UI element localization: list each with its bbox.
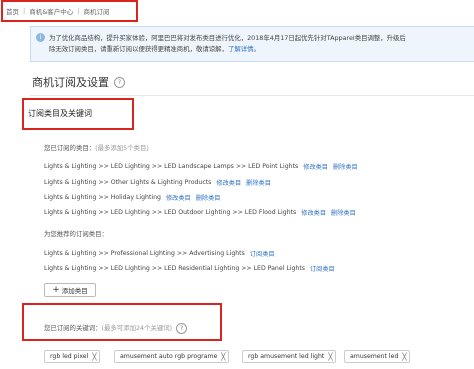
- keyword-tag-text: rgb amusement led light: [248, 353, 325, 360]
- keyword-tag: rgb amusement led light ╳: [242, 350, 336, 363]
- keyword-tag-text: rgb led pixel: [50, 353, 89, 360]
- recommended-categories-label: 为您推荐的订阅类目：: [44, 230, 108, 238]
- edit-category-link[interactable]: 修改类目: [216, 178, 241, 187]
- category-path: Lights & Lighting >> Holiday Lighting: [44, 194, 161, 201]
- subscribed-categories-hint: (最多添加5个类目): [95, 144, 149, 152]
- category-path: Lights & Lighting >> Professional Lighti…: [44, 250, 245, 257]
- keyword-tag: rgb led pixel ╳: [44, 350, 100, 363]
- breadcrumb-separator: |: [77, 7, 80, 15]
- keyword-tag: amusement auto rgb programe ╳: [114, 350, 229, 363]
- keyword-tag: amusement led ╳: [344, 350, 410, 363]
- keyword-tag-text: amusement auto rgb programe: [120, 353, 218, 360]
- close-icon[interactable]: ╳: [402, 353, 406, 361]
- breadcrumb: 首页 | 商机&客户中心 | 商机订阅: [6, 4, 109, 18]
- notice-line-2-end: 。: [253, 45, 260, 53]
- notice-line-2: 除无效订阅类目，请重新订阅以便获得更精准商机，敬请谅解，了解详情。: [49, 44, 474, 55]
- recommended-category-row: Lights & Lighting >> Professional Lighti…: [44, 249, 275, 258]
- close-icon[interactable]: ╳: [221, 353, 225, 361]
- breadcrumb-separator: |: [23, 7, 26, 15]
- subsection-title: 订阅类目及关键词: [28, 109, 92, 118]
- highlight-box-keywords: [22, 303, 222, 341]
- delete-category-link[interactable]: 删除类目: [333, 162, 358, 171]
- recommended-category-row: Lights & Lighting >> LED Lighting >> LED…: [44, 264, 335, 273]
- category-path: Lights & Lighting >> LED Lighting >> LED…: [44, 163, 299, 170]
- breadcrumb-current: 商机订阅: [83, 8, 110, 16]
- plus-icon: +: [52, 284, 60, 295]
- subscribe-category-link[interactable]: 订阅类目: [250, 249, 275, 258]
- keywords-label: 您已订阅的关键词：(最多可添加24个关键词) ?: [44, 323, 188, 334]
- subscribed-categories-label: 您已订阅的类目：(最多添加5个类目): [44, 143, 149, 152]
- page-title-text: 商机订阅及设置: [32, 76, 109, 89]
- page-title: 商机订阅及设置 ?: [32, 74, 125, 90]
- add-category-button-label: 添加类目: [61, 287, 88, 295]
- category-path: Lights & Lighting >> LED Lighting >> LED…: [44, 209, 297, 216]
- category-row: Lights & Lighting >> LED Lighting >> LED…: [44, 162, 358, 171]
- close-icon[interactable]: ╳: [328, 353, 332, 361]
- category-row: Lights & Lighting >> Holiday Lighting 修改…: [44, 193, 220, 202]
- add-category-button[interactable]: + 添加类目: [44, 283, 96, 297]
- keywords-label-text: 您已订阅的关键词：: [44, 324, 102, 332]
- notice-line-2-text: 除无效订阅类目，请重新订阅以便获得更精准商机，敬请谅解，: [49, 45, 228, 53]
- breadcrumb-business-center[interactable]: 商机&客户中心: [29, 6, 73, 16]
- edit-category-link[interactable]: 修改类目: [303, 162, 328, 171]
- delete-category-link[interactable]: 删除类目: [331, 208, 356, 217]
- close-icon[interactable]: ╳: [92, 353, 96, 361]
- notice-line-1: 为了优化商品结构，提升买家体验，阿里巴巴将对发布类目进行优化，2018年4月17…: [49, 34, 406, 42]
- keyword-tag-text: amusement led: [350, 353, 399, 360]
- help-icon[interactable]: ?: [114, 76, 125, 88]
- category-path: Lights & Lighting >> LED Lighting >> LED…: [44, 265, 305, 272]
- delete-category-link[interactable]: 删除类目: [196, 193, 221, 202]
- info-icon: i: [36, 33, 45, 42]
- category-row: Lights & Lighting >> LED Lighting >> LED…: [44, 208, 356, 217]
- notice-text: 为了优化商品结构，提升买家体验，阿里巴巴将对发布类目进行优化，2018年4月17…: [49, 33, 474, 55]
- category-row: Lights & Lighting >> Other Lights & Ligh…: [44, 178, 271, 187]
- subscribed-categories-label-text: 您已订阅的类目：: [44, 144, 96, 152]
- divider: [30, 95, 474, 96]
- keywords-hint: (最多可添加24个关键词): [101, 324, 173, 332]
- delete-category-link[interactable]: 删除类目: [246, 178, 271, 187]
- breadcrumb-home[interactable]: 首页: [6, 6, 19, 16]
- info-notice: i 为了优化商品结构，提升买家体验，阿里巴巴将对发布类目进行优化，2018年4月…: [30, 26, 474, 62]
- learn-more-link[interactable]: 了解详情: [228, 45, 254, 53]
- edit-category-link[interactable]: 修改类目: [166, 193, 191, 202]
- subscribe-category-link[interactable]: 订阅类目: [310, 264, 335, 273]
- edit-category-link[interactable]: 修改类目: [301, 208, 326, 217]
- help-icon[interactable]: ?: [176, 323, 188, 334]
- category-path: Lights & Lighting >> Other Lights & Ligh…: [44, 179, 212, 186]
